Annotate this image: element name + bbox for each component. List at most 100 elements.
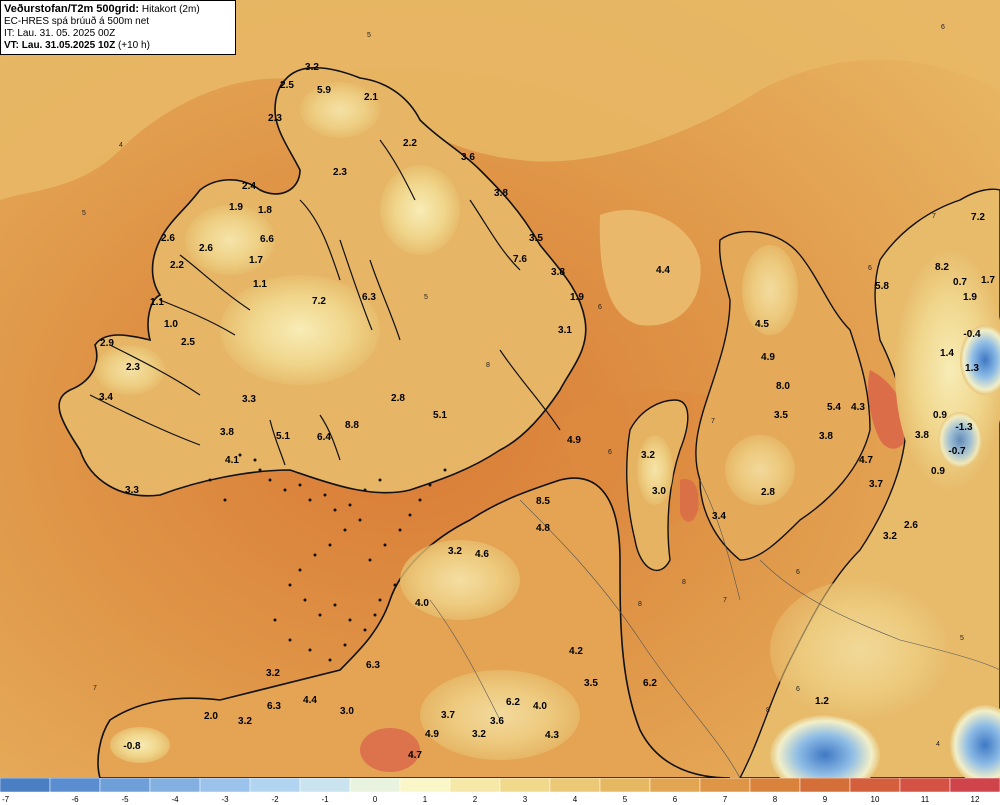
temperature-label: 3.6: [490, 716, 504, 727]
color-legend: -7 -6 -5 -4 -3 -2 -1 0 1 2 3 4 5 6 7 8 9 10 11 12: [0, 778, 1000, 805]
contour-label: 5: [424, 294, 428, 301]
legend-tick-label: 7: [723, 795, 728, 804]
temperature-label: 5.1: [276, 431, 290, 442]
legend-swatch: [449, 778, 501, 793]
legend-swatch: [799, 778, 851, 793]
temperature-label: 3.2: [238, 716, 252, 727]
temperature-label: 3.2: [472, 729, 486, 740]
contour-label: 6: [608, 449, 612, 456]
temperature-label: 3.2: [641, 450, 655, 461]
north-central-high: [725, 435, 795, 505]
temperature-label: 2.6: [904, 520, 918, 531]
temperature-label: 2.3: [333, 167, 347, 178]
temperature-label: 1.1: [150, 297, 164, 308]
temperature-label: 3.1: [558, 325, 572, 336]
legend-tick-label: 4: [573, 795, 578, 804]
legend-tick-label: -1: [321, 795, 329, 804]
temperature-label: 4.5: [755, 319, 769, 330]
contour-label: 8: [766, 707, 770, 714]
contour-label: 7: [932, 213, 936, 220]
contour-label: 5: [960, 635, 964, 642]
legend-swatch: [849, 778, 901, 793]
temperature-label: 4.9: [425, 729, 439, 740]
legend-tick-label: 11: [921, 795, 930, 804]
valid-time: VT: Lau. 31.05.2025 10Z: [4, 40, 116, 51]
temperature-label: 4.3: [851, 402, 865, 413]
legend-tick-label: 5: [623, 795, 628, 804]
temperature-label: 3.8: [819, 431, 833, 442]
legend-swatch: [299, 778, 351, 793]
legend-tick-label: -2: [271, 795, 279, 804]
map-info-box: Veðurstofan/T2m 500grid: Hitakort (2m) E…: [0, 0, 236, 55]
contour-label: 7: [711, 418, 715, 425]
temperature-label: 3.6: [461, 152, 475, 163]
init-time: IT: Lau. 31. 05. 2025 00Z: [4, 28, 116, 39]
temperature-label: -1.3: [955, 422, 973, 433]
contour-label: 4: [119, 142, 123, 149]
temperature-label: 2.5: [280, 80, 294, 91]
temperature-label: 4.9: [761, 352, 775, 363]
temperature-label: 1.9: [963, 292, 977, 303]
temperature-label: 6.3: [362, 292, 376, 303]
westfjords-plateau: [220, 275, 380, 385]
temperature-label: 1.3: [965, 363, 979, 374]
contour-label: 8: [638, 601, 642, 608]
temperature-label: 4.8: [536, 523, 550, 534]
temperature-label: 3.8: [220, 427, 234, 438]
temperature-label: 3.4: [712, 511, 726, 522]
legend-swatch: [899, 778, 951, 793]
temperature-label: 3.0: [652, 486, 666, 497]
lead-time: (+10 h): [117, 40, 150, 51]
temperature-label: 4.3: [545, 730, 559, 741]
temperature-label: 2.9: [100, 338, 114, 349]
map-subtitle: Hitakort (2m): [141, 4, 200, 15]
temperature-label: 6.3: [366, 660, 380, 671]
temperature-label: 1.7: [981, 275, 995, 286]
temperature-label: 2.5: [181, 337, 195, 348]
temperature-label: 2.3: [268, 113, 282, 124]
temperature-label: 4.4: [303, 695, 317, 706]
temperature-label: 4.0: [533, 701, 547, 712]
contour-label: 8: [486, 362, 490, 369]
legend-swatch: [499, 778, 551, 793]
temperature-map[interactable]: 5 4 5 6 6 7 6 5 7 8 7 8 6 7 8 6 5 4 6 8 3.2 2.5 5.9 2.1 2.3 2.2 2…: [0, 0, 1000, 778]
temperature-label: 4.7: [408, 750, 422, 761]
contour-label: 6: [796, 686, 800, 693]
legend-tick-label: 3: [523, 795, 528, 804]
temperature-label: 5.9: [317, 85, 331, 96]
temperature-label: 4.7: [859, 455, 873, 466]
temperature-label: 2.4: [242, 181, 256, 192]
legend-swatch: [149, 778, 201, 793]
temperature-label: 3.3: [242, 394, 256, 405]
legend-swatch: [0, 778, 51, 793]
temperature-label: -0.7: [948, 446, 966, 457]
temperature-label: 6.2: [506, 697, 520, 708]
contour-label: 6: [941, 24, 945, 31]
legend-tick-label: -7: [2, 795, 10, 804]
legend-swatch: [599, 778, 651, 793]
temperature-label: 8.8: [345, 420, 359, 431]
temperature-label: 6.2: [643, 678, 657, 689]
trollaskagi-high: [742, 245, 798, 335]
contour-label: 4: [936, 741, 940, 748]
legend-tick-label: 0: [373, 795, 378, 804]
legend-swatch: [199, 778, 251, 793]
legend-swatch: [399, 778, 451, 793]
temperature-label: 6.3: [267, 701, 281, 712]
temperature-label: 3.2: [883, 531, 897, 542]
legend-swatch: [549, 778, 601, 793]
temperature-label: 2.2: [170, 260, 184, 271]
contour-label: 8: [682, 579, 686, 586]
temperature-label: 1.0: [164, 319, 178, 330]
temperature-label: 8.5: [536, 496, 550, 507]
legend-tick-label: 8: [773, 795, 778, 804]
legend-tick-label: -3: [221, 795, 229, 804]
temperature-label: 8.2: [935, 262, 949, 273]
temperature-label: 3.8: [494, 188, 508, 199]
model-description: EC-HRES spá brúuð á 500m net: [4, 16, 150, 27]
contour-label: 6: [598, 304, 602, 311]
temperature-label: 7.2: [312, 296, 326, 307]
legend-swatch: [349, 778, 401, 793]
temperature-label: 3.3: [125, 485, 139, 496]
legend-swatch: [949, 778, 1000, 793]
